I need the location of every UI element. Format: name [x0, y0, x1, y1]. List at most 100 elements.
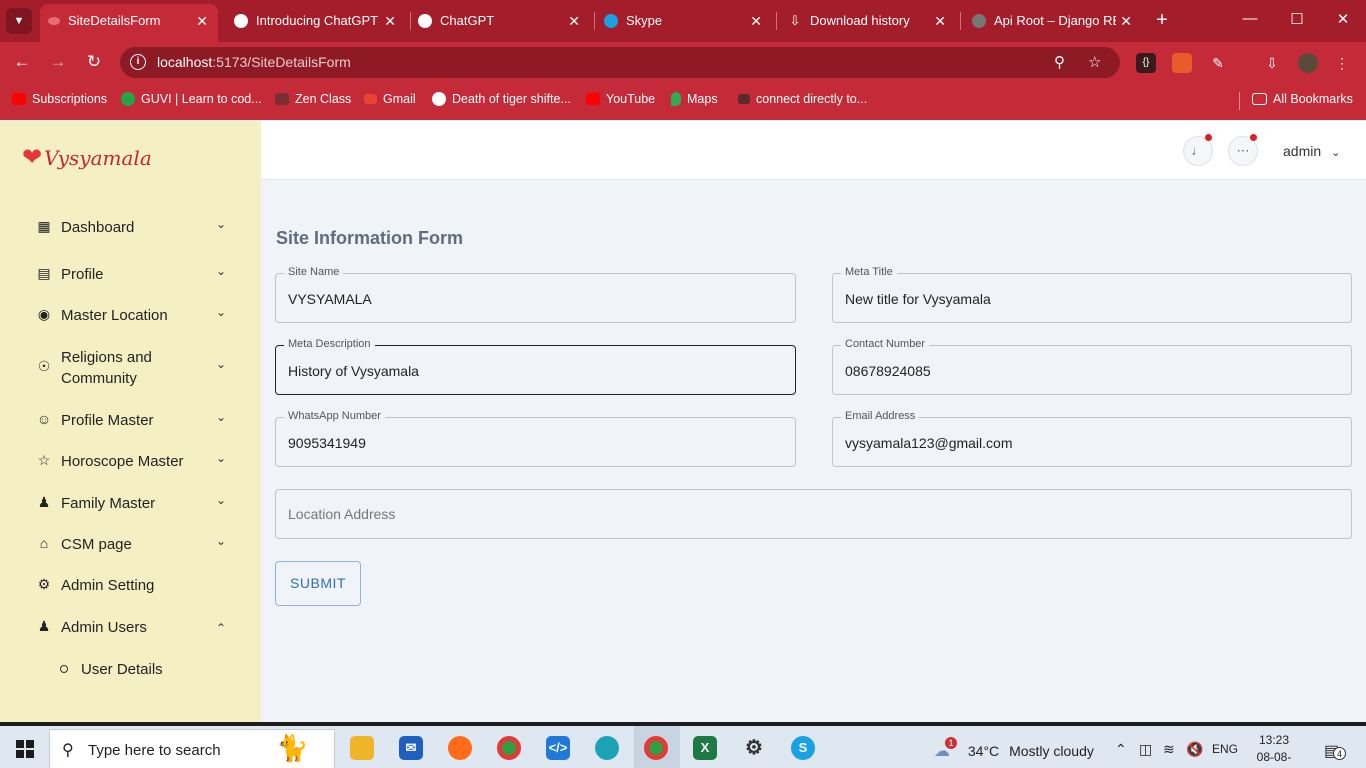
globe-icon: [972, 13, 986, 28]
close-icon[interactable]: ✕: [196, 4, 208, 38]
json-extension-icon[interactable]: {}: [1136, 53, 1156, 73]
heart-favicon-icon: [48, 16, 60, 25]
reload-button[interactable]: ↻: [82, 50, 106, 74]
contact-number-value: 08678924085: [845, 363, 931, 379]
show-hidden-icons-chevron-icon[interactable]: ⌃: [1115, 741, 1127, 758]
close-icon[interactable]: ✕: [750, 6, 762, 36]
back-button[interactable]: ←: [10, 50, 34, 74]
email-address-field[interactable]: Email Address vysyamala123@gmail.com: [832, 410, 1352, 467]
extension-icon[interactable]: [1172, 53, 1192, 73]
maps-icon: [671, 91, 681, 106]
close-icon[interactable]: ✕: [934, 6, 946, 36]
gmail-icon: [364, 93, 377, 104]
forward-button[interactable]: →: [46, 50, 70, 74]
zoom-icon[interactable]: ⚲: [1054, 53, 1065, 71]
notification-center-icon[interactable]: ▤ 4: [1324, 741, 1346, 761]
chevron-down-icon: ⌄: [215, 451, 226, 465]
puzzle-icon[interactable]: ✎: [1208, 53, 1228, 73]
whatsapp-number-field[interactable]: WhatsApp Number 9095341949: [275, 410, 796, 467]
bookmark-star-icon[interactable]: ☆: [1088, 53, 1101, 71]
mail-icon[interactable]: ✉: [399, 736, 423, 760]
tab-download-history[interactable]: ⇩ Download history ✕: [780, 6, 956, 36]
bookmark-zen-class[interactable]: Zen Class: [275, 92, 351, 106]
guvi-icon: [121, 91, 135, 106]
chevron-down-icon: ⌄: [215, 217, 226, 231]
tab-api-root[interactable]: Api Root – Django RE ✕: [964, 6, 1142, 36]
meta-title-field[interactable]: Meta Title New title for Vysyamala: [832, 266, 1352, 323]
contact-number-field[interactable]: Contact Number 08678924085: [832, 338, 1352, 395]
chrome-active-icon[interactable]: [644, 736, 668, 760]
tab-sitedetailsform[interactable]: SiteDetailsForm ✕: [40, 4, 218, 42]
tab-skype[interactable]: Skype ✕: [596, 6, 772, 36]
all-bookmarks-button[interactable]: All Bookmarks: [1252, 92, 1353, 106]
taskbar-search[interactable]: ⚲ Type here to search 🐈: [49, 729, 335, 768]
close-window-button[interactable]: ✕: [1333, 10, 1353, 28]
weather-widget[interactable]: ☁ 1 34°C Mostly cloudy: [934, 737, 1094, 761]
settings-icon[interactable]: ⚙: [742, 736, 766, 760]
new-tab-button[interactable]: +: [1150, 8, 1174, 32]
close-icon[interactable]: ✕: [1116, 6, 1132, 36]
openai-icon: [418, 13, 432, 28]
sidebar-item-religions-community[interactable]: ☉ Religions and Community ⌄: [36, 347, 226, 389]
sidebar-subitem-user-details[interactable]: User Details: [60, 661, 163, 678]
notification-bell-icon[interactable]: ♩: [1183, 134, 1213, 166]
bookmark-guvi[interactable]: GUVI | Learn to cod...: [121, 91, 262, 107]
location-address-field[interactable]: Location Address: [275, 489, 1352, 539]
site-name-field[interactable]: Site Name VYSYAMALA: [275, 266, 796, 323]
close-icon[interactable]: ✕: [384, 6, 396, 36]
language-indicator[interactable]: ENG: [1212, 742, 1238, 756]
wifi-icon[interactable]: ≋: [1163, 741, 1175, 758]
bookmark-gmail[interactable]: Gmail: [364, 92, 416, 106]
download-icon: ⇩: [789, 12, 801, 28]
bookmark-death-of-tiger[interactable]: Death of tiger shifte...: [432, 91, 571, 107]
network-icon[interactable]: ◫: [1139, 741, 1152, 758]
close-icon[interactable]: ✕: [568, 6, 580, 36]
gear-icon: ⚙: [37, 576, 51, 592]
edge-icon[interactable]: [595, 736, 619, 760]
whatsapp-number-value: 9095341949: [288, 435, 366, 451]
skype-icon[interactable]: S: [791, 736, 815, 760]
maximize-button[interactable]: ☐: [1287, 10, 1307, 28]
site-name-value: VYSYAMALA: [288, 291, 372, 307]
bookmark-subscriptions[interactable]: Subscriptions: [12, 92, 107, 106]
meta-description-field[interactable]: Meta Description History of Vysyamala: [275, 338, 796, 395]
app-header: ♩ ⋯ admin ⌄: [261, 121, 1366, 180]
openai-icon: [234, 13, 248, 28]
youtube-icon: [586, 92, 600, 105]
address-bar[interactable]: i localhost:5173/SiteDetailsForm ⚲ ☆: [120, 47, 1120, 78]
tab-chatgpt[interactable]: ChatGPT ✕: [410, 6, 590, 36]
user-menu[interactable]: admin ⌄: [1283, 143, 1340, 159]
chrome-icon[interactable]: [497, 736, 521, 760]
download-icon[interactable]: ⇩: [1262, 53, 1282, 73]
tab-search-button[interactable]: ▼: [6, 8, 32, 34]
skype-icon: [604, 13, 618, 28]
mute-speaker-icon[interactable]: 🔇: [1186, 741, 1203, 758]
page-title: Site Information Form: [276, 228, 464, 248]
chevron-down-icon: ⌄: [215, 410, 226, 424]
bookmark-connect-directly[interactable]: connect directly to...: [738, 92, 867, 106]
excel-icon[interactable]: X: [693, 736, 717, 760]
page-icon: [738, 93, 750, 104]
chat-icon[interactable]: ⋯: [1228, 134, 1258, 166]
file-explorer-icon[interactable]: [350, 736, 374, 760]
site-info-icon[interactable]: i: [130, 54, 146, 70]
user-circle-icon: ☺: [36, 411, 52, 427]
windows-start-button[interactable]: [16, 740, 34, 758]
minimize-button[interactable]: —: [1240, 10, 1260, 27]
profile-avatar[interactable]: [1298, 53, 1318, 73]
vscode-icon[interactable]: </>: [546, 736, 570, 760]
google-icon: [432, 91, 446, 106]
meta-description-value: History of Vysyamala: [288, 363, 419, 379]
url-text[interactable]: localhost:5173/SiteDetailsForm: [157, 54, 351, 70]
bookmark-maps[interactable]: Maps: [671, 91, 718, 107]
clock[interactable]: 13:23 08-08-2024: [1246, 732, 1302, 768]
tab-title: ChatGPT: [440, 13, 495, 28]
menu-icon[interactable]: ⋮: [1332, 53, 1352, 73]
vysyamala-logo[interactable]: ❤ Vysyamala: [22, 143, 152, 171]
firefox-icon[interactable]: [448, 736, 472, 760]
tab-introducing-chatgpt[interactable]: Introducing ChatGPT ✕: [226, 6, 406, 36]
bookmark-youtube[interactable]: YouTube: [586, 92, 655, 106]
user-icon: ♟: [37, 618, 51, 634]
submit-button[interactable]: SUBMIT: [275, 561, 361, 606]
notification-dot: [1205, 134, 1212, 141]
